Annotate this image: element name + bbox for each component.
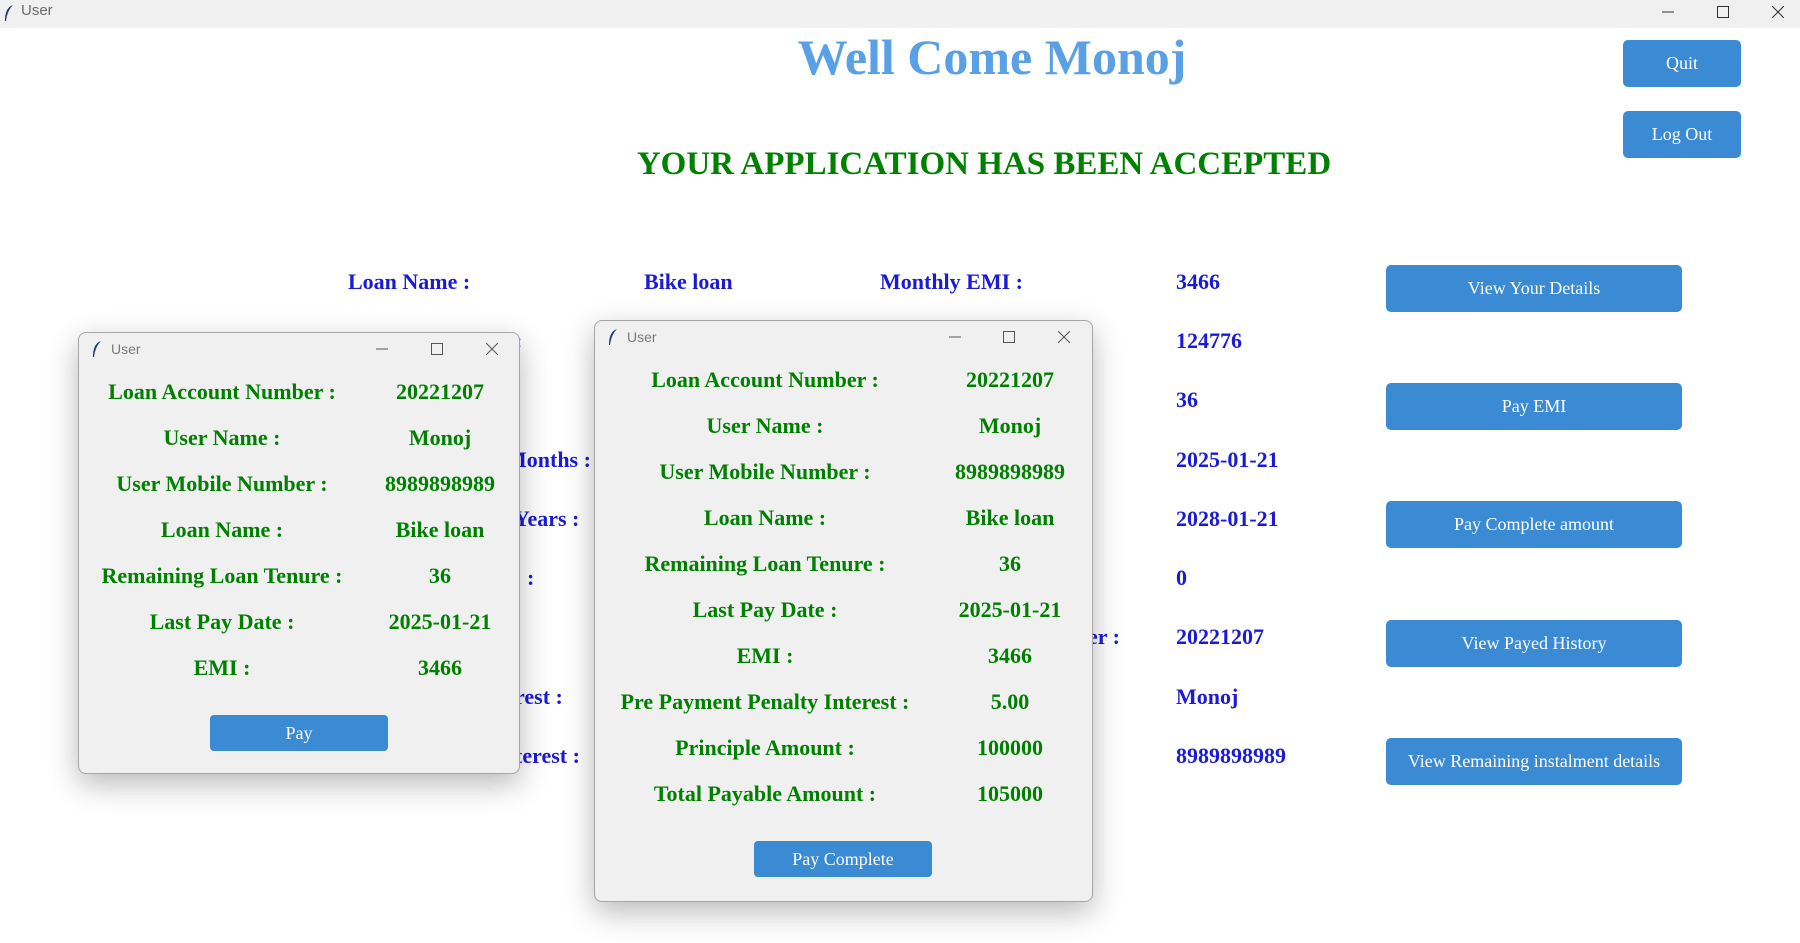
maximize-icon (1717, 6, 1729, 18)
close-icon (486, 343, 498, 355)
mobile-number-value: 8989898989 (1176, 743, 1286, 768)
detail-label: Total Payable Amount : (653, 781, 877, 806)
view-details-button[interactable]: View Your Details (1386, 265, 1682, 312)
monthly-emi-value: 3466 (1176, 269, 1220, 294)
tenure-months-value: 36 (1176, 387, 1198, 412)
detail-value: Bike loan (395, 517, 485, 542)
detail-label: User Mobile Number : (659, 459, 871, 484)
dialog-title: User (627, 329, 657, 345)
close-icon (1058, 331, 1070, 343)
close-button[interactable] (1751, 0, 1800, 24)
account-number-value: 20221207 (1176, 624, 1264, 649)
detail-value: 36 (999, 551, 1021, 576)
window-title: User (21, 2, 53, 19)
maximize-icon (1003, 331, 1015, 343)
minimize-icon (1662, 11, 1674, 13)
detail-value: 5.00 (990, 689, 1030, 714)
detail-value: 100000 (977, 735, 1043, 760)
detail-label: Loan Account Number : (108, 379, 336, 404)
application-status: YOUR APPLICATION HAS BEEN ACCEPTED (636, 146, 1332, 182)
view-remaining-instalment-button[interactable]: View Remaining instalment details (1386, 738, 1682, 785)
feather-icon (609, 329, 617, 345)
monthly-emi-label: Monthly EMI : (880, 269, 1023, 294)
detail-label-partial: Years : (514, 506, 580, 531)
pay-complete-button[interactable]: Pay Complete (754, 841, 932, 877)
detail-label: User Mobile Number : (116, 471, 328, 496)
view-payed-history-button[interactable]: View Payed History (1386, 620, 1682, 667)
dialog-close-button[interactable] (1044, 325, 1084, 349)
detail-value: 8989898989 (955, 459, 1065, 484)
detail-value: 3466 (418, 655, 462, 680)
pay-complete-dialog: User Loan Account Number : 20221207 User… (594, 320, 1093, 902)
user-name-value: Monoj (1176, 684, 1239, 709)
logout-button[interactable]: Log Out (1623, 111, 1741, 158)
dialog-close-button[interactable] (472, 337, 512, 361)
detail-label: Loan Name : (160, 517, 284, 542)
detail-label-partial: : (527, 565, 535, 590)
loan-name-value: Bike loan (644, 269, 733, 294)
dialog-titlebar: User (79, 333, 519, 366)
window-titlebar: User (0, 0, 1800, 28)
detail-value: Monoj (978, 413, 1042, 438)
welcome-heading: Well Come Monoj (797, 29, 1187, 85)
detail-label: Remaining Loan Tenure : (644, 551, 886, 576)
detail-label: Principle Amount : (675, 735, 855, 760)
total-amount-value: 124776 (1176, 328, 1242, 353)
feather-icon (5, 5, 13, 21)
detail-label-partial: terest : (515, 743, 580, 768)
close-icon (1772, 6, 1784, 18)
detail-value: 3466 (988, 643, 1032, 668)
detail-value: 20221207 (966, 367, 1054, 392)
detail-value: 36 (429, 563, 451, 588)
loan-name-label: Loan Name : (348, 269, 471, 294)
detail-value: 2025-01-21 (388, 609, 492, 634)
detail-label: Last Pay Date : (692, 597, 838, 622)
detail-label: User Name : (163, 425, 281, 450)
minimize-icon (949, 336, 961, 338)
minimize-button[interactable] (1641, 0, 1695, 24)
quit-button[interactable]: Quit (1623, 40, 1741, 87)
detail-label: Remaining Loan Tenure : (101, 563, 343, 588)
dialog-title: User (111, 341, 141, 357)
detail-label: Loan Account Number : (651, 367, 879, 392)
dialog-minimize-button[interactable] (362, 337, 402, 361)
detail-value: 20221207 (396, 379, 484, 404)
detail-value: Bike loan (965, 505, 1055, 530)
detail-label: EMI : (193, 655, 251, 680)
maximize-button[interactable] (1696, 0, 1750, 24)
pay-button[interactable]: Pay (210, 715, 388, 751)
dialog-minimize-button[interactable] (935, 325, 975, 349)
minimize-icon (376, 348, 388, 350)
pay-emi-button[interactable]: Pay EMI (1386, 383, 1682, 430)
dialog-maximize-button[interactable] (417, 337, 457, 361)
dialog-titlebar: User (595, 321, 1092, 354)
detail-value: 8989898989 (385, 471, 495, 496)
pay-complete-amount-button[interactable]: Pay Complete amount (1386, 501, 1682, 548)
feather-icon (93, 341, 101, 357)
maximize-icon (431, 343, 443, 355)
detail-label: Pre Payment Penalty Interest : (620, 689, 910, 714)
detail-label: EMI : (736, 643, 794, 668)
detail-value: 2025-01-21 (958, 597, 1062, 622)
start-date-value: 2025-01-21 (1176, 447, 1279, 472)
detail-value: 105000 (977, 781, 1043, 806)
detail-label: Loan Name : (703, 505, 827, 530)
dialog-maximize-button[interactable] (989, 325, 1029, 349)
end-date-value: 2028-01-21 (1176, 506, 1279, 531)
detail-value: Monoj (408, 425, 472, 450)
detail-label: User Name : (706, 413, 824, 438)
pay-emi-dialog: User Loan Account Number : 20221207 User… (78, 332, 520, 774)
detail-label: Last Pay Date : (149, 609, 295, 634)
detail-value: 0 (1176, 565, 1187, 590)
detail-label-partial: rest : (515, 684, 563, 709)
